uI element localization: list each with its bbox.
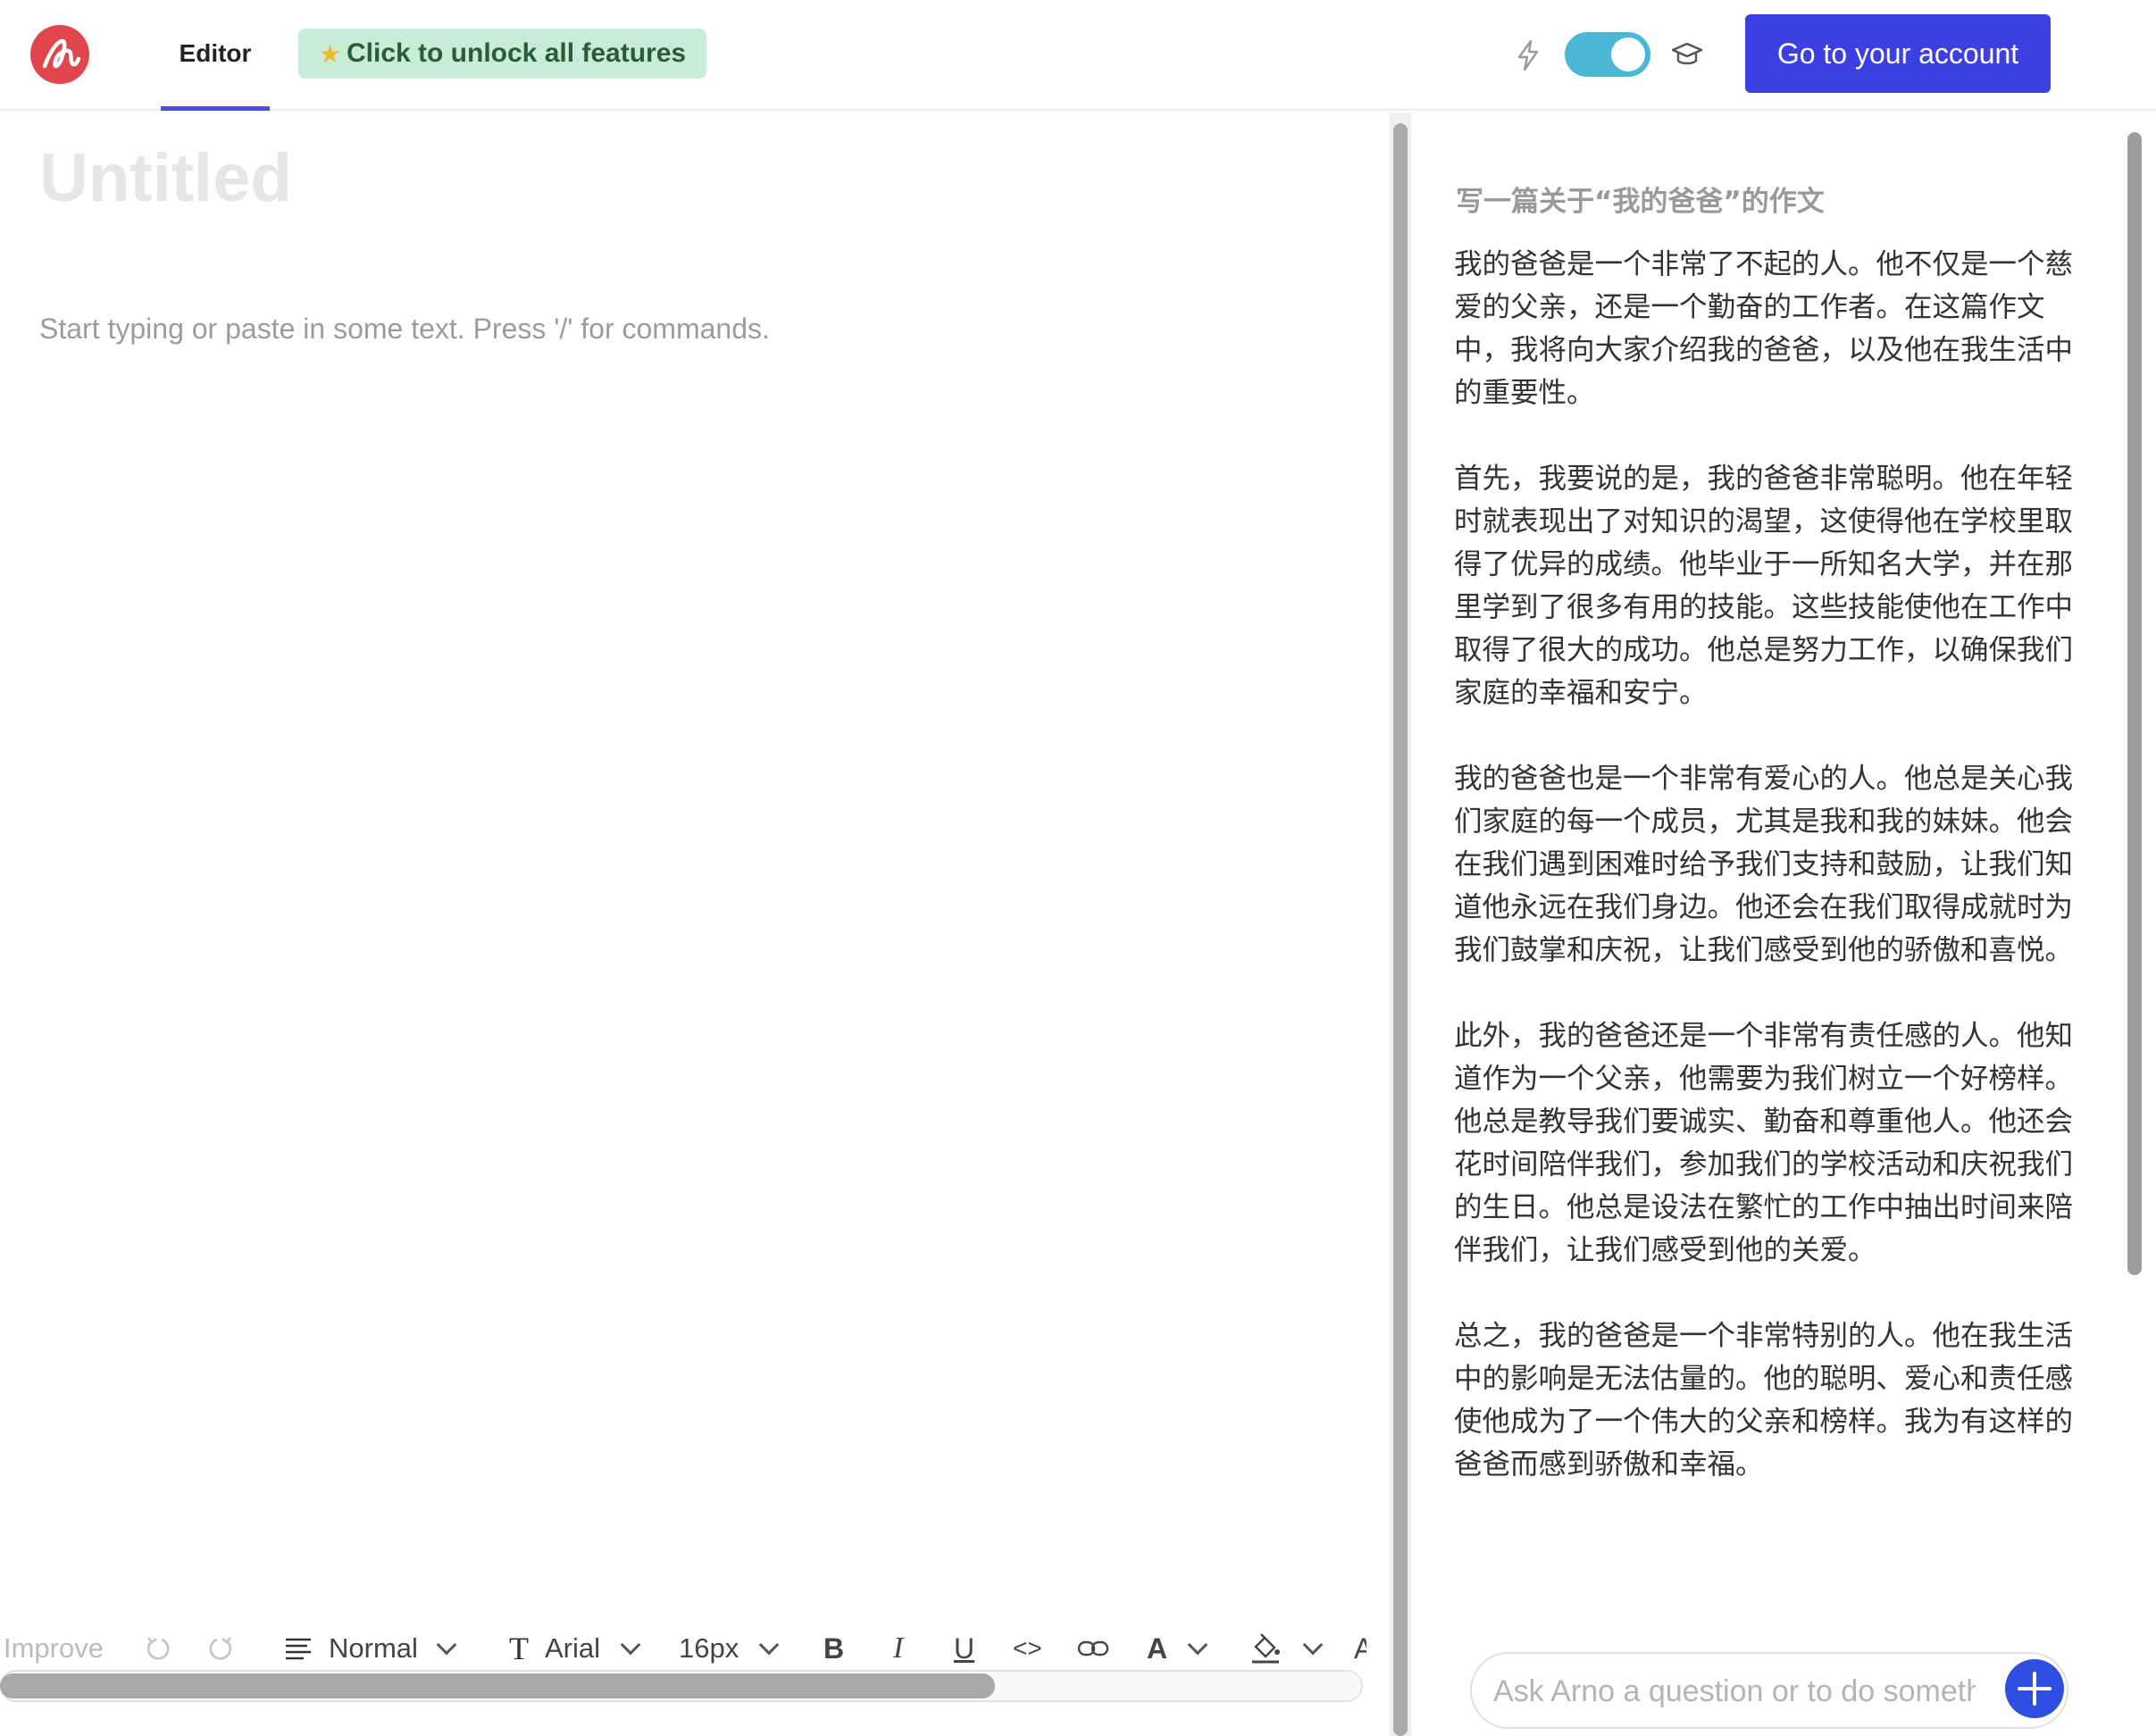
unlock-features-label: Click to unlock all features [346, 38, 687, 68]
assistant-panel: 写一篇关于“我的爸爸”的作文 我的爸爸是一个非常了不起的人。他不仅是一个慈爱的父… [1411, 113, 2156, 1736]
text-color-icon: A [1147, 1632, 1168, 1665]
undo-icon [146, 1637, 170, 1660]
user-prompt: 写一篇关于“我的爸爸”的作文 [1456, 186, 1825, 218]
top-bar: Editor ★ Click to unlock all features Go… [0, 0, 2156, 111]
lightning-icon[interactable] [1515, 39, 1542, 71]
document-title[interactable]: Untitled [39, 139, 292, 217]
chevron-down-icon [1302, 1634, 1324, 1656]
answer-paragraph: 此外，我的爸爸还是一个非常有责任感的人。他知道作为一个父亲，他需要为我们树立一个… [1454, 1020, 2074, 1266]
assistant-answer: 我的爸爸是一个非常了不起的人。他不仅是一个慈爱的父亲，还是一个勤奋的工作者。在这… [1454, 243, 2093, 1529]
chevron-down-icon [436, 1634, 457, 1656]
font-size-value: 16px [679, 1632, 740, 1664]
tab-editor[interactable]: Editor [161, 0, 270, 111]
toggle-knob [1611, 38, 1645, 71]
mode-toggle[interactable] [1565, 32, 1650, 77]
align-left-icon [286, 1638, 311, 1660]
ask-arno-input[interactable] [1493, 1666, 1976, 1716]
answer-paragraph: 我的爸爸是一个非常了不起的人。他不仅是一个慈爱的父亲，还是一个勤奋的工作者。在这… [1454, 248, 2074, 409]
font-icon: T [509, 1631, 529, 1666]
editor-scrollbar-thumb[interactable] [1393, 123, 1408, 1736]
graduation-cap-icon[interactable] [1670, 39, 1704, 70]
chevron-down-icon [620, 1634, 641, 1656]
ask-submit-button[interactable] [2005, 1659, 2064, 1718]
chevron-down-icon [758, 1634, 780, 1656]
paragraph-style-value: Normal [329, 1632, 418, 1664]
toolbar-scroll-thumb[interactable] [0, 1673, 995, 1698]
plus-icon [2018, 1672, 2052, 1706]
editor-pane[interactable]: Untitled Start typing or paste in some t… [0, 113, 1390, 1736]
app-logo[interactable] [30, 25, 89, 84]
logo-icon [42, 38, 81, 69]
redo-icon [209, 1637, 232, 1660]
answer-paragraph: 首先，我要说的是，我的爸爸非常聪明。他在年轻时就表现出了对知识的渴望，这使得他在… [1454, 463, 2074, 709]
document-body-placeholder[interactable]: Start typing or paste in some text. Pres… [39, 313, 770, 346]
answer-paragraph: 我的爸爸也是一个非常有爱心的人。他总是关心我们家庭的每一个成员，尤其是我和我的妹… [1454, 763, 2074, 966]
star-icon: ★ [318, 39, 341, 68]
assistant-scrollbar-thumb[interactable] [2127, 132, 2142, 1275]
go-to-account-button[interactable]: Go to your account [1745, 14, 2051, 93]
font-family-value: Arial [545, 1632, 601, 1664]
paint-bucket-icon [1252, 1633, 1280, 1664]
ask-arno-box [1470, 1652, 2068, 1729]
link-icon [1077, 1640, 1109, 1657]
answer-paragraph: 总之，我的爸爸是一个非常特别的人。他在我生活中的影响是无法估量的。他的聪明、爱心… [1454, 1320, 2074, 1481]
unlock-features-button[interactable]: ★ Click to unlock all features [298, 29, 706, 79]
chevron-down-icon [1187, 1634, 1208, 1656]
